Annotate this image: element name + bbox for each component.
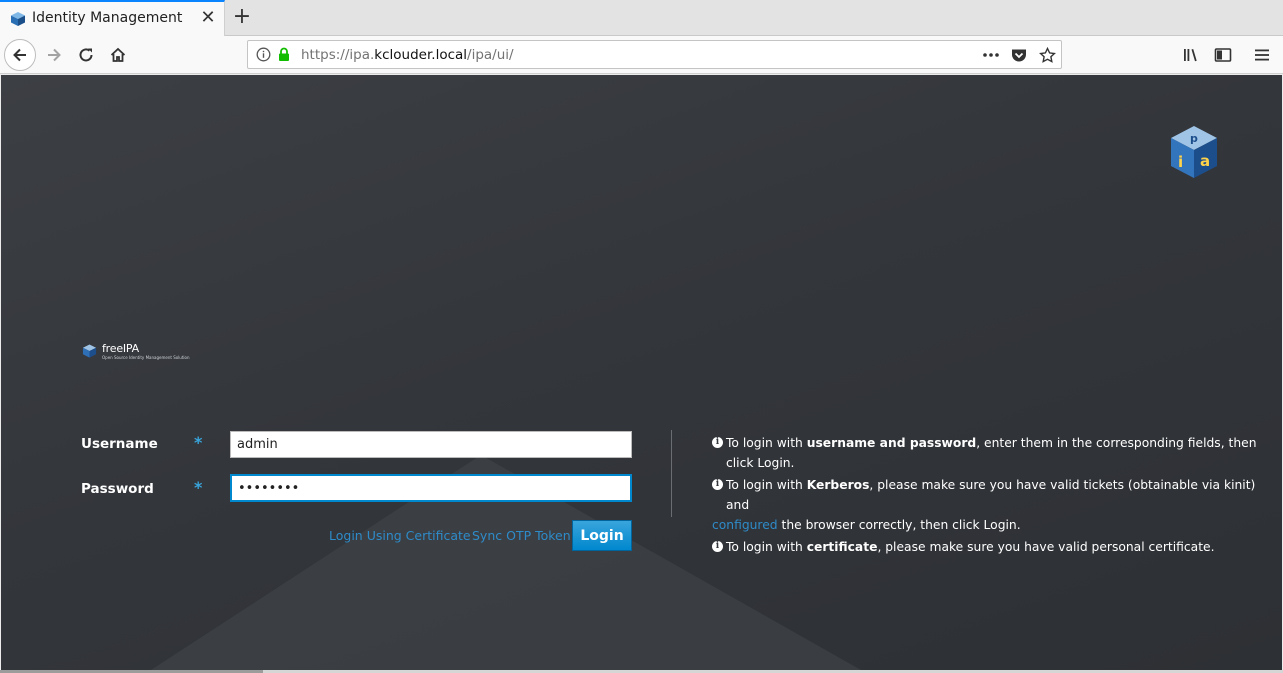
help-bold: certificate — [806, 540, 878, 554]
page-actions-button[interactable] — [980, 45, 1002, 65]
star-icon — [1038, 46, 1056, 63]
sync-otp-token-link[interactable]: Sync OTP Token — [472, 528, 571, 543]
help-certificate: i To login with certificate, please make … — [712, 537, 1272, 557]
login-help: i To login with username and password, en… — [712, 433, 1272, 559]
tab-close-icon[interactable]: ✕ — [198, 8, 218, 28]
library-icon — [1184, 49, 1197, 62]
help-text: To login with — [726, 436, 807, 450]
new-tab-plus-icon[interactable]: + — [230, 4, 254, 30]
username-required-mark: * — [194, 433, 203, 452]
login-button[interactable]: Login — [572, 520, 632, 551]
help-text: To login with — [726, 478, 807, 492]
info-icon: i — [712, 437, 723, 448]
arrow-right-icon — [48, 48, 61, 62]
home-button[interactable] — [102, 39, 134, 71]
svg-text:a: a — [1200, 152, 1210, 170]
forward-button[interactable] — [38, 39, 70, 71]
help-password: i To login with username and password, en… — [712, 433, 1272, 473]
reload-icon — [79, 48, 93, 62]
home-icon — [110, 47, 126, 62]
username-label: Username — [81, 436, 158, 452]
form-divider — [671, 430, 672, 517]
help-bold: username and password — [806, 436, 977, 450]
url-path: /ipa/ui/ — [467, 47, 514, 63]
ipa-cube-logo: p i a — [1171, 126, 1217, 178]
pocket-icon — [1012, 49, 1026, 61]
freeipa-favicon-icon — [11, 12, 25, 26]
help-kerberos: i To login with Kerberos, please make sur… — [712, 475, 1272, 535]
info-icon: i — [712, 541, 723, 552]
sidebar-icon — [1214, 48, 1232, 62]
site-info-icon[interactable] — [256, 47, 271, 62]
password-input[interactable] — [230, 474, 632, 502]
url-prefix: https://ipa. — [301, 47, 375, 63]
url-host: kclouder.local — [374, 47, 468, 63]
configured-link[interactable]: configured — [712, 518, 778, 532]
navigation-toolbar: https://ipa.kclouder.local/ipa/ui/ — [0, 36, 1283, 74]
svg-text:i: i — [1178, 153, 1183, 171]
login-page: p i a freeIPA Open Source Identity Manag… — [1, 75, 1282, 670]
back-button[interactable] — [4, 39, 36, 71]
brand-name: freeIPA — [102, 342, 139, 355]
help-text: To login with — [726, 540, 807, 554]
browser-tab-identity-management[interactable]: Identity Management ✕ — [0, 0, 225, 36]
pocket-button[interactable] — [1008, 45, 1030, 65]
hamburger-menu-icon — [1255, 49, 1269, 61]
svg-text:p: p — [1190, 132, 1198, 145]
freeipa-cube-icon — [82, 344, 97, 358]
info-icon: i — [712, 479, 723, 490]
arrow-left-icon — [13, 48, 26, 62]
background-light-shape — [151, 455, 861, 670]
password-label: Password — [81, 481, 154, 497]
app-menu-button[interactable] — [1246, 39, 1278, 71]
login-using-certificate-link[interactable]: Login Using Certificate — [329, 528, 471, 543]
reload-button[interactable] — [70, 39, 102, 71]
brand-subtitle: Open Source Identity Management Solution — [102, 355, 190, 360]
help-bold: Kerberos — [806, 478, 870, 492]
username-input[interactable] — [230, 431, 632, 458]
lock-icon[interactable] — [277, 47, 291, 62]
help-text: , please make sure you have valid person… — [877, 540, 1215, 554]
more-dots-icon — [983, 53, 999, 57]
bookmark-star-button[interactable] — [1036, 45, 1058, 65]
tab-strip: Identity Management ✕ + — [0, 0, 1283, 36]
sidebar-toggle-button[interactable] — [1207, 39, 1239, 71]
help-text: the browser correctly, then click Login. — [777, 518, 1021, 532]
password-required-mark: * — [194, 478, 203, 497]
tab-title: Identity Management — [32, 10, 183, 26]
url-text[interactable]: https://ipa.kclouder.local/ipa/ui/ — [301, 47, 514, 63]
address-bar[interactable]: https://ipa.kclouder.local/ipa/ui/ — [247, 40, 1062, 69]
library-button[interactable] — [1175, 39, 1207, 71]
